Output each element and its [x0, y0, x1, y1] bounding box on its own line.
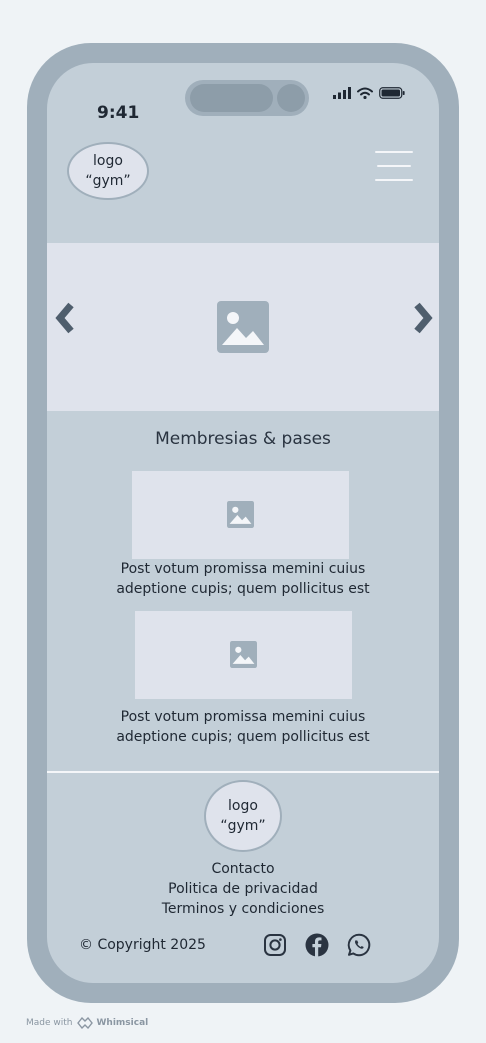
membership-description: Post votum promissa memini cuius adeptio…: [116, 709, 370, 745]
menu-icon[interactable]: [375, 151, 413, 185]
status-icons: [333, 87, 405, 99]
logo-header[interactable]: logo “gym”: [67, 142, 149, 200]
section-title: Membresias & pases: [155, 429, 331, 449]
logo-text: logo “gym”: [220, 798, 266, 834]
facebook-icon[interactable]: [305, 933, 329, 957]
status-time: 9:41: [97, 103, 140, 123]
link-terms[interactable]: Terminos y condiciones: [47, 899, 439, 919]
image-icon: [217, 301, 269, 353]
footer-divider: [47, 771, 439, 773]
cellular-signal-icon: [333, 87, 351, 99]
whimsical-logo-icon: [76, 1017, 93, 1029]
link-privacy[interactable]: Politica de privacidad: [47, 879, 439, 899]
whatsapp-icon[interactable]: [347, 933, 371, 957]
battery-icon: [379, 87, 405, 99]
phone-screen: 9:41 logo “gym” Membresias & pases Post …: [47, 63, 439, 983]
social-links: [263, 933, 371, 957]
membership-image[interactable]: [135, 611, 352, 699]
image-icon: [230, 641, 257, 668]
copyright: © Copyright 2025: [79, 937, 206, 953]
chevron-right-icon[interactable]: [411, 301, 435, 335]
instagram-icon[interactable]: [263, 933, 287, 957]
membership-image[interactable]: [132, 471, 349, 559]
phone-frame: 9:41 logo “gym” Membresias & pases Post …: [27, 43, 459, 1003]
wifi-icon: [357, 87, 373, 99]
hero-carousel: [47, 243, 439, 411]
footer-links: Contacto Politica de privacidad Terminos…: [47, 859, 439, 919]
dynamic-island: [185, 80, 309, 116]
link-contacto[interactable]: Contacto: [47, 859, 439, 879]
logo-text: logo “gym”: [85, 153, 131, 189]
image-icon: [227, 501, 254, 528]
logo-footer[interactable]: logo “gym”: [204, 780, 282, 852]
chevron-left-icon[interactable]: [53, 301, 77, 335]
whimsical-credit[interactable]: Made with Whimsical: [26, 1017, 148, 1029]
membership-description: Post votum promissa memini cuius adeptio…: [116, 561, 370, 597]
